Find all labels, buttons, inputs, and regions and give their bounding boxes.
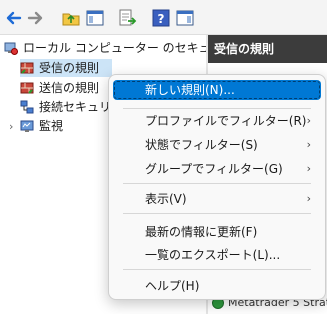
menu-item-export-list[interactable]: 一覧のエクスポート(L)...	[113, 245, 321, 265]
menu-item-label: グループでフィルター(G)	[145, 162, 283, 176]
tree-item-label: 受信の規則	[39, 61, 100, 75]
submenu-arrow-icon: ›	[306, 162, 311, 175]
menu-item-help[interactable]: ヘルプ(H)	[113, 276, 321, 296]
back-icon[interactable]	[2, 7, 24, 29]
expand-chevron-icon[interactable]: ›	[9, 120, 13, 133]
menu-separator	[123, 213, 311, 214]
rules-pane-header: 受信の規則	[208, 35, 327, 63]
show-hide-tree-icon[interactable]	[84, 7, 106, 29]
firewall-computer-icon	[4, 41, 18, 55]
inbound-rules-icon	[20, 61, 34, 75]
tree-root-label: ローカル コンピューター のセキュリティが	[23, 41, 206, 55]
menu-item-label: 最新の情報に更新(F)	[145, 225, 258, 239]
menu-item-filter-by-profile[interactable]: プロファイルでフィルター(R) ›	[113, 111, 321, 131]
tree-item-connection-security[interactable]: 接続セキュリティ	[20, 98, 134, 116]
toolbar: ?	[0, 0, 327, 35]
up-folder-icon[interactable]	[60, 7, 82, 29]
export-list-icon[interactable]	[116, 7, 138, 29]
outbound-rules-icon	[20, 81, 34, 95]
menu-item-filter-by-state[interactable]: 状態でフィルター(S) ›	[113, 135, 321, 155]
show-hide-action-pane-icon[interactable]	[174, 7, 196, 29]
tree-item-outbound-rules[interactable]: 送信の規則	[20, 79, 112, 97]
menu-item-refresh[interactable]: 最新の情報に更新(F)	[113, 222, 321, 242]
tree-root[interactable]: ローカル コンピューター のセキュリティが	[4, 39, 206, 57]
svg-text:?: ?	[158, 12, 165, 26]
tree-item-inbound-rules[interactable]: 受信の規則	[20, 59, 112, 77]
monitoring-icon	[20, 119, 34, 133]
menu-item-label: 状態でフィルター(S)	[145, 138, 258, 152]
submenu-arrow-icon: ›	[306, 114, 311, 127]
menu-item-label: 一覧のエクスポート(L)...	[145, 248, 281, 262]
submenu-arrow-icon: ›	[306, 138, 311, 151]
menu-item-new-rule[interactable]: 新しい規則(N)...	[113, 80, 321, 100]
menu-separator	[123, 108, 311, 109]
menu-item-label: 新しい規則(N)...	[145, 83, 235, 97]
tree-item-monitoring[interactable]: 監視	[20, 117, 112, 135]
menu-item-label: ヘルプ(H)	[145, 279, 200, 293]
menu-item-label: 表示(V)	[145, 192, 187, 206]
forward-icon[interactable]	[25, 7, 47, 29]
menu-separator	[123, 269, 311, 270]
help-icon[interactable]: ?	[150, 7, 172, 29]
menu-item-view[interactable]: 表示(V) ›	[113, 189, 321, 209]
menu-item-filter-by-group[interactable]: グループでフィルター(G) ›	[113, 159, 321, 179]
context-menu: 新しい規則(N)... プロファイルでフィルター(R) › 状態でフィルター(S…	[108, 74, 326, 300]
tree-item-label: 送信の規則	[39, 81, 100, 95]
tree-item-label: 監視	[39, 119, 64, 133]
connection-security-icon	[20, 100, 34, 114]
submenu-arrow-icon: ›	[306, 192, 311, 205]
menu-item-label: プロファイルでフィルター(R)	[145, 114, 307, 128]
menu-separator	[123, 183, 311, 184]
